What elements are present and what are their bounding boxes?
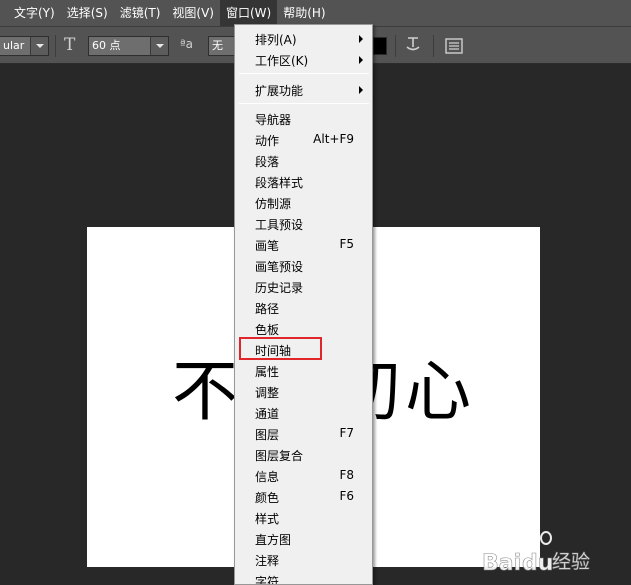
separator bbox=[395, 35, 396, 57]
submenu-arrow-icon bbox=[359, 86, 363, 94]
chevron-down-icon bbox=[30, 37, 48, 55]
menu-item-brush[interactable]: 画笔 F5 bbox=[236, 234, 371, 255]
menu-item-actions[interactable]: 动作 Alt+F9 bbox=[236, 129, 371, 150]
menu-item-info[interactable]: 信息 F8 bbox=[236, 465, 371, 486]
menu-select[interactable]: 选择(S) bbox=[61, 0, 114, 26]
menu-separator bbox=[239, 103, 369, 104]
annotation-highlight-box bbox=[239, 337, 322, 360]
canvas-char: 不 bbox=[172, 353, 238, 430]
separator bbox=[55, 35, 56, 57]
chevron-down-icon bbox=[150, 37, 168, 55]
menu-item-navigator[interactable]: 导航器 bbox=[236, 108, 371, 129]
menu-help[interactable]: 帮助(H) bbox=[277, 0, 331, 26]
svg-text:Bai: Bai bbox=[482, 551, 521, 576]
watermark-text: 经验 bbox=[552, 551, 590, 573]
font-size-value: 60 点 bbox=[92, 39, 121, 52]
window-menu-dropdown: 排列(A) 工作区(K) 扩展功能 导航器 动作 Alt+F9 段落 段落样式 仿… bbox=[234, 24, 373, 585]
menu-item-arrange[interactable]: 排列(A) bbox=[236, 28, 371, 49]
separator bbox=[433, 35, 434, 57]
menu-item-paths[interactable]: 路径 bbox=[236, 297, 371, 318]
menu-item-channels[interactable]: 通道 bbox=[236, 402, 371, 423]
menu-item-brush-presets[interactable]: 画笔预设 bbox=[236, 255, 371, 276]
menu-item-history[interactable]: 历史记录 bbox=[236, 276, 371, 297]
menu-item-adjustments[interactable]: 调整 bbox=[236, 381, 371, 402]
menu-item-swatches[interactable]: 色板 bbox=[236, 318, 371, 339]
menu-item-properties[interactable]: 属性 bbox=[236, 360, 371, 381]
menu-item-layers[interactable]: 图层 F7 bbox=[236, 423, 371, 444]
menu-item-tool-presets[interactable]: 工具预设 bbox=[236, 213, 371, 234]
menu-item-notes[interactable]: 注释 bbox=[236, 549, 371, 570]
submenu-arrow-icon bbox=[359, 35, 363, 43]
text-size-icon: T bbox=[64, 35, 76, 55]
text-color-swatch[interactable] bbox=[373, 37, 387, 55]
menu-type[interactable]: 文字(Y) bbox=[0, 0, 61, 26]
font-size-select[interactable]: 60 点 bbox=[88, 36, 169, 56]
menu-item-histogram[interactable]: 直方图 bbox=[236, 528, 371, 549]
menu-item-workspace[interactable]: 工作区(K) bbox=[236, 49, 371, 70]
canvas-char: 心 bbox=[405, 353, 471, 430]
menu-item-extensions[interactable]: 扩展功能 bbox=[236, 79, 371, 100]
menu-item-clone-source[interactable]: 仿制源 bbox=[236, 192, 371, 213]
menu-item-color[interactable]: 颜色 F6 bbox=[236, 486, 371, 507]
menu-bar: 文字(Y) 选择(S) 滤镜(T) 视图(V) 窗口(W) 帮助(H) bbox=[0, 0, 631, 26]
aa-icon: ªa bbox=[180, 37, 194, 51]
panels-icon[interactable] bbox=[445, 38, 463, 58]
menu-item-styles[interactable]: 样式 bbox=[236, 507, 371, 528]
submenu-arrow-icon bbox=[359, 56, 363, 64]
menu-view[interactable]: 视图(V) bbox=[166, 0, 220, 26]
menu-item-paragraph[interactable]: 段落 bbox=[236, 150, 371, 171]
baidu-watermark-logo: Bai du 经验 bbox=[478, 524, 628, 582]
svg-text:du: du bbox=[522, 551, 553, 576]
font-style-value: ular bbox=[3, 39, 25, 52]
warp-text-icon[interactable] bbox=[405, 35, 421, 57]
menu-item-layer-comps[interactable]: 图层复合 bbox=[236, 444, 371, 465]
menu-filter[interactable]: 滤镜(T) bbox=[114, 0, 167, 26]
antialias-value: 无 bbox=[212, 39, 223, 52]
menu-item-character[interactable]: 字符 bbox=[236, 570, 371, 584]
menu-separator bbox=[239, 73, 369, 74]
menu-item-paragraph-styles[interactable]: 段落样式 bbox=[236, 171, 371, 192]
menu-window[interactable]: 窗口(W) bbox=[219, 0, 278, 26]
font-style-select[interactable]: ular bbox=[0, 36, 49, 56]
